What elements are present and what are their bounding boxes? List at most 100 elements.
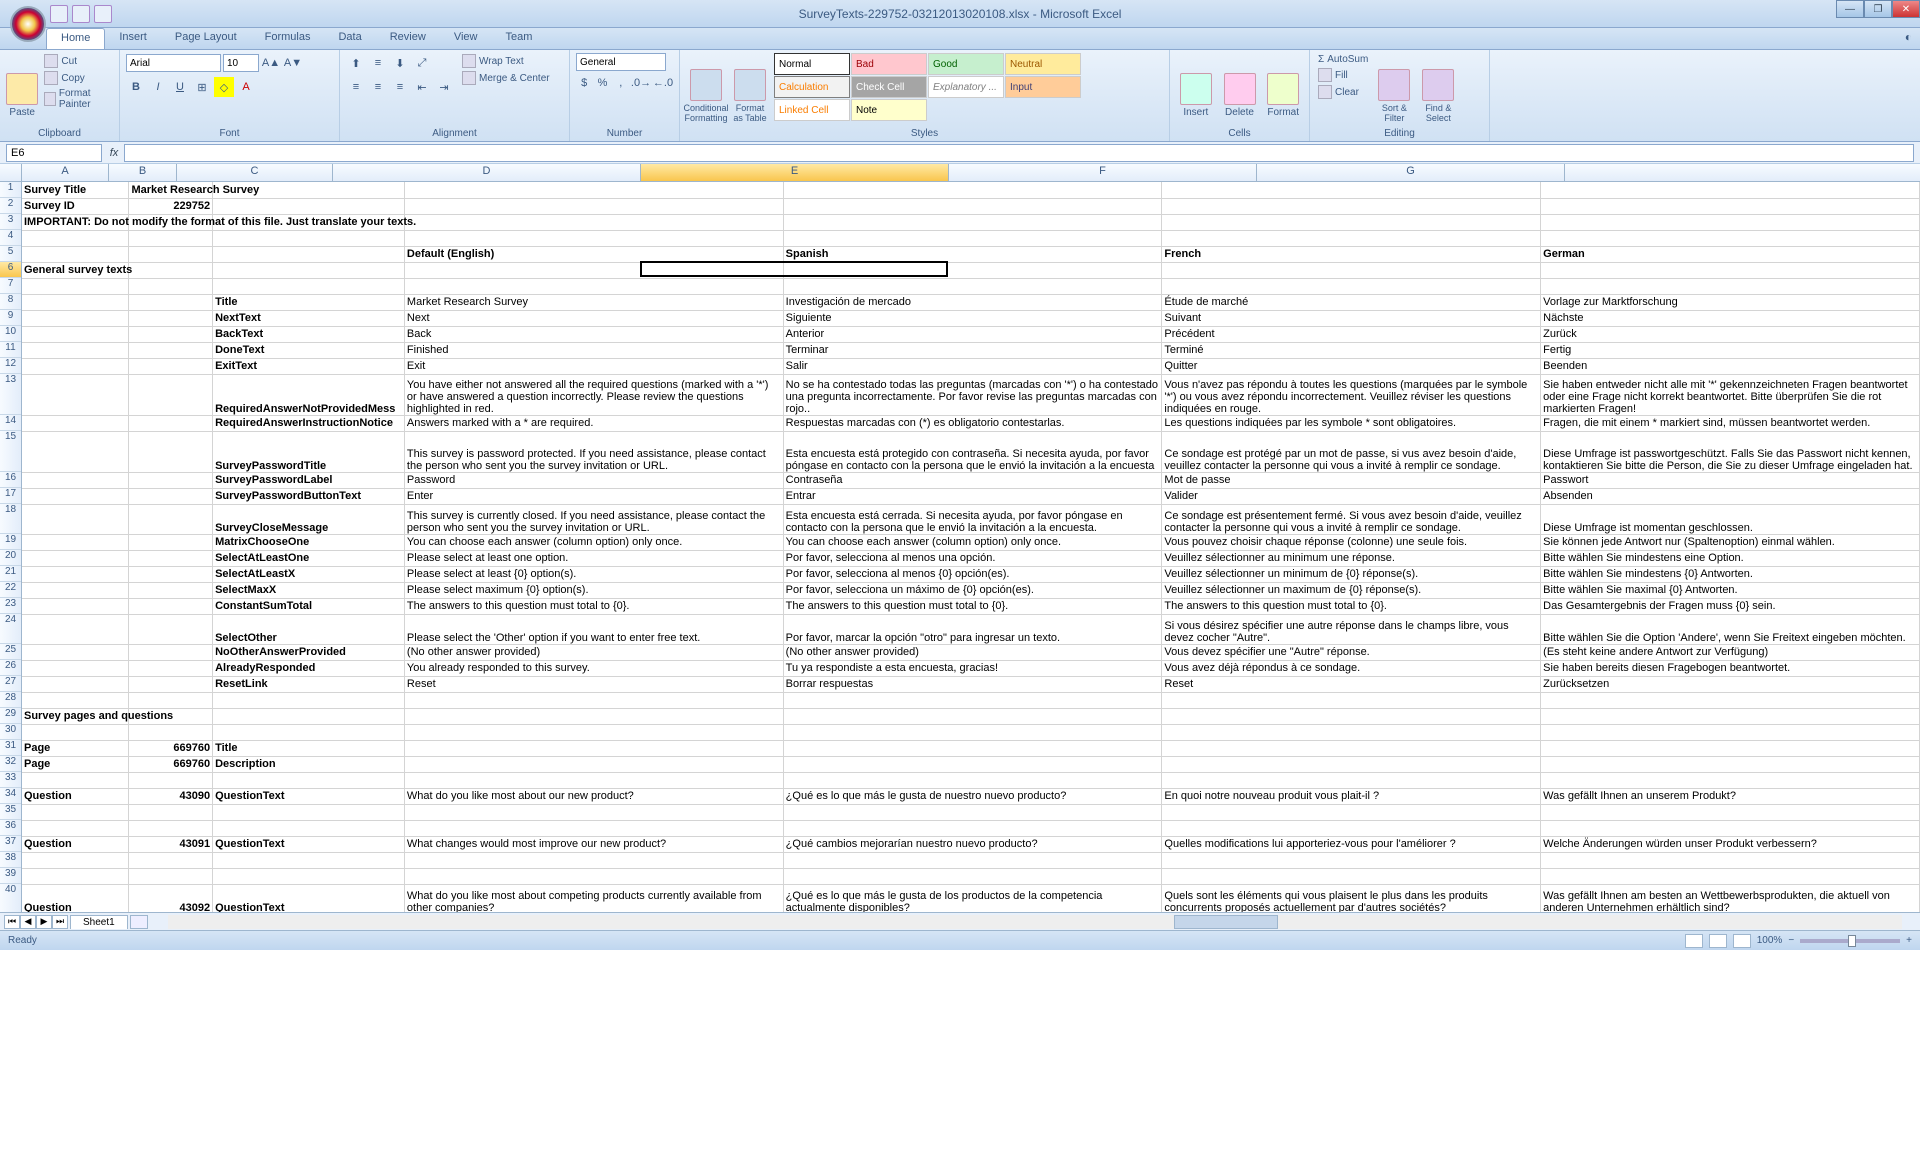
bold-button[interactable]: B [126, 77, 146, 97]
cell-A7[interactable] [22, 278, 129, 294]
cell-G22[interactable]: Bitte wählen Sie maximal {0} Antworten. [1541, 582, 1920, 598]
cell-A24[interactable] [22, 614, 129, 644]
cell-A36[interactable] [22, 820, 129, 836]
cell-G11[interactable]: Fertig [1541, 342, 1920, 358]
cell-D40[interactable]: What do you like most about competing pr… [404, 884, 783, 912]
cell-F11[interactable]: Terminé [1162, 342, 1541, 358]
cell-B17[interactable] [129, 488, 213, 504]
cell-E4[interactable] [783, 230, 1162, 246]
cell-B12[interactable] [129, 358, 213, 374]
cell-C37[interactable]: QuestionText [213, 836, 405, 852]
style-input[interactable]: Input [1005, 76, 1081, 98]
cell-B23[interactable] [129, 598, 213, 614]
row-header-27[interactable]: 27 [0, 676, 21, 692]
cell-F24[interactable]: Si vous désirez spécifier une autre répo… [1162, 614, 1541, 644]
font-color-button[interactable]: A [236, 77, 256, 97]
qat-redo-icon[interactable] [94, 5, 112, 23]
row-header-1[interactable]: 1 [0, 182, 21, 198]
cell-B31[interactable]: 669760 [129, 740, 213, 756]
cell-C27[interactable]: ResetLink [213, 676, 405, 692]
row-header-30[interactable]: 30 [0, 724, 21, 740]
cell-G3[interactable] [1541, 214, 1920, 230]
cell-G6[interactable] [1541, 262, 1920, 278]
cell-A2[interactable]: Survey ID [22, 198, 129, 214]
cell-D1[interactable] [404, 182, 783, 198]
cell-G18[interactable]: Diese Umfrage ist momentan geschlossen. [1541, 504, 1920, 534]
cell-D26[interactable]: You already responded to this survey. [404, 660, 783, 676]
cell-C36[interactable] [213, 820, 405, 836]
cell-G35[interactable] [1541, 804, 1920, 820]
cell-F4[interactable] [1162, 230, 1541, 246]
cell-B38[interactable] [129, 852, 213, 868]
cell-D18[interactable]: This survey is currently closed. If you … [404, 504, 783, 534]
row-headers[interactable]: 1234567891011121314151617181920212223242… [0, 182, 22, 912]
cell-E12[interactable]: Salir [783, 358, 1162, 374]
cell-F7[interactable] [1162, 278, 1541, 294]
cell-G24[interactable]: Bitte wählen Sie die Option 'Andere', we… [1541, 614, 1920, 644]
cell-F5[interactable]: French [1162, 246, 1541, 262]
style-calculation[interactable]: Calculation [774, 76, 850, 98]
cell-E8[interactable]: Investigación de mercado [783, 294, 1162, 310]
cell-F32[interactable] [1162, 756, 1541, 772]
cell-G16[interactable]: Passwort [1541, 472, 1920, 488]
cell-G27[interactable]: Zurücksetzen [1541, 676, 1920, 692]
cell-F34[interactable]: En quoi notre nouveau produit vous plait… [1162, 788, 1541, 804]
insert-sheet-button[interactable] [130, 915, 148, 929]
tab-review[interactable]: Review [376, 28, 440, 49]
cell-B11[interactable] [129, 342, 213, 358]
cell-D8[interactable]: Market Research Survey [404, 294, 783, 310]
cell-E22[interactable]: Por favor, selecciona un máximo de {0} o… [783, 582, 1162, 598]
copy-button[interactable]: Copy [42, 70, 113, 86]
grow-font-button[interactable]: A▲ [261, 53, 281, 73]
cell-F40[interactable]: Quels sont les éléments qui vous plaisen… [1162, 884, 1541, 912]
cell-F16[interactable]: Mot de passe [1162, 472, 1541, 488]
conditional-formatting-button[interactable]: Conditional Formatting [686, 53, 726, 138]
cell-D39[interactable] [404, 868, 783, 884]
row-header-6[interactable]: 6 [0, 262, 21, 278]
cell-D35[interactable] [404, 804, 783, 820]
cell-C39[interactable] [213, 868, 405, 884]
cell-C16[interactable]: SurveyPasswordLabel [213, 472, 405, 488]
cell-G10[interactable]: Zurück [1541, 326, 1920, 342]
style-note[interactable]: Note [851, 99, 927, 121]
cell-A28[interactable] [22, 692, 129, 708]
cell-G15[interactable]: Diese Umfrage ist passwortgeschützt. Fal… [1541, 431, 1920, 472]
cell-G37[interactable]: Welche Änderungen würden unser Produkt v… [1541, 836, 1920, 852]
cell-D6[interactable] [404, 262, 783, 278]
cell-B4[interactable] [129, 230, 213, 246]
cell-G23[interactable]: Das Gesamtergebnis der Fragen muss {0} s… [1541, 598, 1920, 614]
cell-D29[interactable] [404, 708, 783, 724]
cell-D7[interactable] [404, 278, 783, 294]
zoom-in-button[interactable]: + [1906, 935, 1912, 946]
cell-D30[interactable] [404, 724, 783, 740]
cell-D3[interactable] [404, 214, 783, 230]
style-linked-cell[interactable]: Linked Cell [774, 99, 850, 121]
number-format-select[interactable] [576, 53, 666, 71]
cell-A22[interactable] [22, 582, 129, 598]
cell-G8[interactable]: Vorlage zur Marktforschung [1541, 294, 1920, 310]
row-header-39[interactable]: 39 [0, 868, 21, 884]
cell-A8[interactable] [22, 294, 129, 310]
fx-icon[interactable]: fx [104, 147, 124, 159]
cell-A26[interactable] [22, 660, 129, 676]
align-left-button[interactable]: ≡ [346, 77, 366, 97]
cell-F38[interactable] [1162, 852, 1541, 868]
row-header-2[interactable]: 2 [0, 198, 21, 214]
cell-A37[interactable]: Question [22, 836, 129, 852]
cell-C18[interactable]: SurveyCloseMessage [213, 504, 405, 534]
cell-G4[interactable] [1541, 230, 1920, 246]
cell-D33[interactable] [404, 772, 783, 788]
cell-G20[interactable]: Bitte wählen Sie mindestens eine Option. [1541, 550, 1920, 566]
row-header-10[interactable]: 10 [0, 326, 21, 342]
cell-E34[interactable]: ¿Qué es lo que más le gusta de nuestro n… [783, 788, 1162, 804]
cell-A27[interactable] [22, 676, 129, 692]
tab-view[interactable]: View [440, 28, 492, 49]
cell-A15[interactable] [22, 431, 129, 472]
cell-B39[interactable] [129, 868, 213, 884]
row-header-8[interactable]: 8 [0, 294, 21, 310]
format-cells-button[interactable]: Format [1263, 53, 1303, 138]
row-header-34[interactable]: 34 [0, 788, 21, 804]
cell-D31[interactable] [404, 740, 783, 756]
cell-C11[interactable]: DoneText [213, 342, 405, 358]
minimize-button[interactable]: — [1836, 0, 1864, 18]
